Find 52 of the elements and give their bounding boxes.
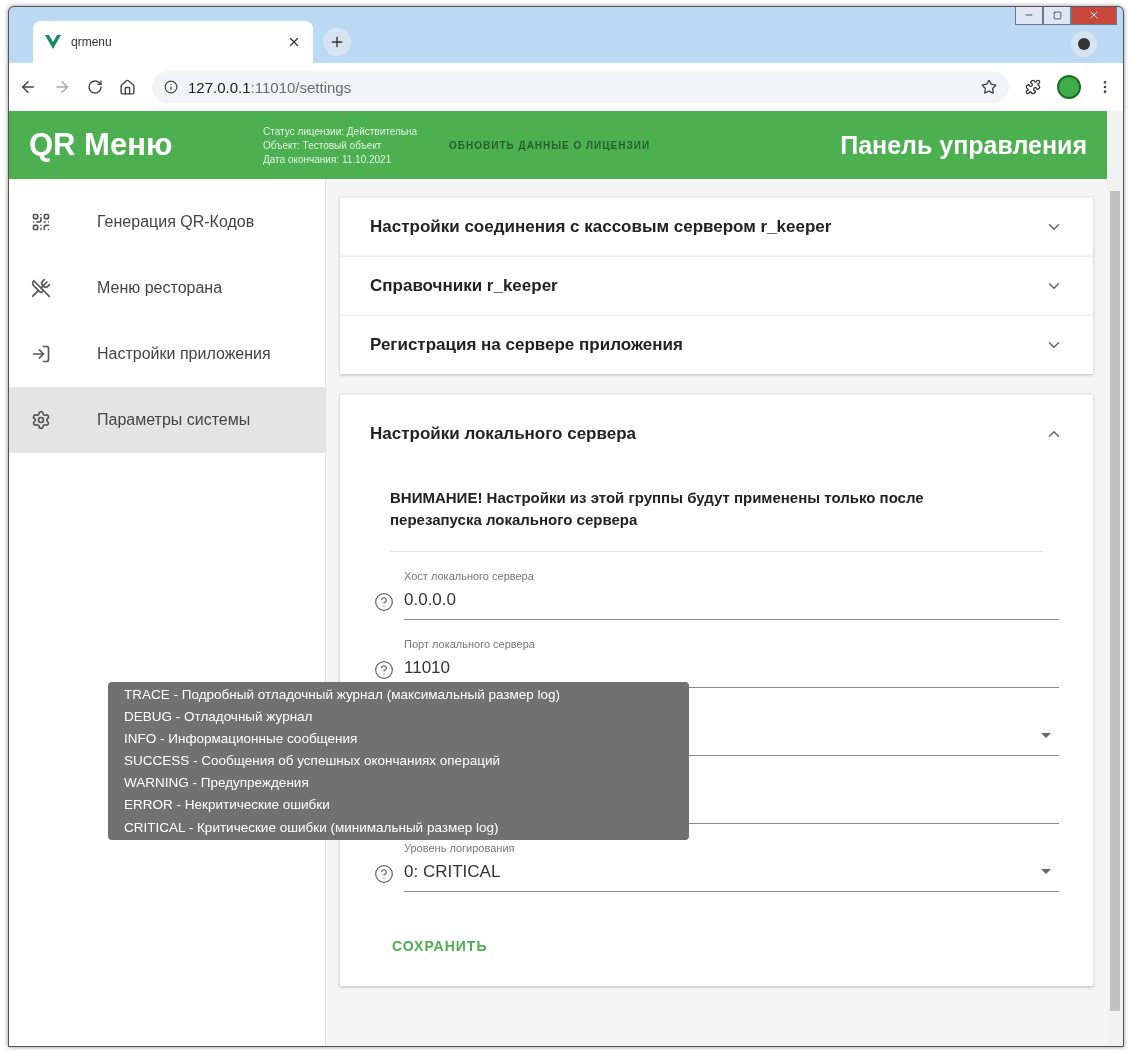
tooltip-line: DEBUG - Отладочный журнал bbox=[124, 708, 313, 726]
tooltip-line: ERROR - Некритические ошибки bbox=[124, 796, 330, 815]
extensions-icon[interactable] bbox=[1025, 79, 1041, 95]
panel-title: Панель управления bbox=[840, 130, 1087, 160]
sidebar-item[interactable]: Настройки приложения bbox=[9, 321, 325, 387]
sidebar-item[interactable]: Параметры системы bbox=[9, 387, 325, 453]
plus-icon bbox=[329, 34, 345, 50]
warning-text: ВНИМАНИЕ! Настройки из этой группы будут применены только после перезапуска локального сервера bbox=[390, 473, 1043, 552]
qr-code-icon bbox=[31, 212, 51, 232]
close-icon[interactable] bbox=[287, 35, 301, 49]
panel-header[interactable]: Справочники r_keeper bbox=[340, 257, 1093, 315]
panel-header[interactable]: Регистрация на сервере приложения bbox=[340, 316, 1093, 374]
login-icon bbox=[31, 344, 51, 364]
browser-tab[interactable]: qrmenu bbox=[33, 21, 313, 63]
tooltip-line: INFO - Информационные сообщения bbox=[124, 730, 358, 748]
help-icon[interactable] bbox=[374, 863, 394, 884]
tab-title: qrmenu bbox=[71, 35, 113, 49]
sidebar-item[interactable]: Генерация QR-Кодов bbox=[9, 189, 325, 255]
panel-header[interactable]: Настройки соединения с кассовым сервером r_keeper bbox=[340, 198, 1093, 256]
logo-icon bbox=[45, 35, 61, 49]
scrollbar[interactable] bbox=[1107, 111, 1123, 1046]
select-field[interactable]: Уровень логирования 0: CRITICAL bbox=[404, 841, 1059, 892]
utensils-icon bbox=[31, 278, 51, 298]
app-title: QR Меню bbox=[29, 127, 174, 163]
license-info: Объект: Тестовый объект bbox=[263, 139, 383, 151]
bookmark-star-icon[interactable] bbox=[981, 79, 997, 95]
info-icon[interactable] bbox=[164, 80, 178, 94]
profile-icon[interactable] bbox=[1071, 31, 1097, 57]
tooltip-line: WARNING - Предупреждения bbox=[124, 774, 309, 792]
help-icon[interactable] bbox=[374, 591, 394, 612]
help-icon[interactable] bbox=[374, 659, 394, 680]
settings-icon bbox=[31, 410, 51, 430]
home-icon[interactable] bbox=[119, 78, 136, 96]
tooltip-line: SUCCESS - Сообщения об успешных окончаниях операций bbox=[124, 752, 500, 770]
reload-icon[interactable] bbox=[87, 79, 103, 95]
maximize-button[interactable] bbox=[1043, 7, 1071, 25]
tooltip-line: CRITICAL - Критические ошибки (минимальный размер log) bbox=[124, 818, 499, 837]
panel-header[interactable]: Настройки локального сервера bbox=[340, 395, 1093, 473]
profile-avatar[interactable] bbox=[1057, 75, 1081, 99]
input-field[interactable]: Хост локального сервера 0.0.0.0 bbox=[404, 569, 1059, 620]
license-info: Статус лицензии: Действительна bbox=[263, 125, 418, 137]
dropdown-caret-icon bbox=[1041, 733, 1051, 738]
new-tab-button[interactable] bbox=[323, 28, 351, 56]
license-info: Дата окончания: 11.10.2021 bbox=[263, 153, 393, 165]
minimize-button[interactable] bbox=[1015, 7, 1043, 25]
dropdown-caret-icon bbox=[1041, 869, 1051, 874]
maximize-icon bbox=[1052, 10, 1062, 20]
sidebar-item[interactable]: Меню ресторана bbox=[9, 255, 325, 321]
close-icon bbox=[1088, 9, 1100, 21]
address-bar[interactable]: 127.0.0.1:11010/settings bbox=[152, 71, 1009, 103]
back-icon[interactable] bbox=[19, 78, 37, 96]
tooltip-line: TRACE - Подробный отладочный журнал (максимальный размер log) bbox=[124, 686, 561, 704]
